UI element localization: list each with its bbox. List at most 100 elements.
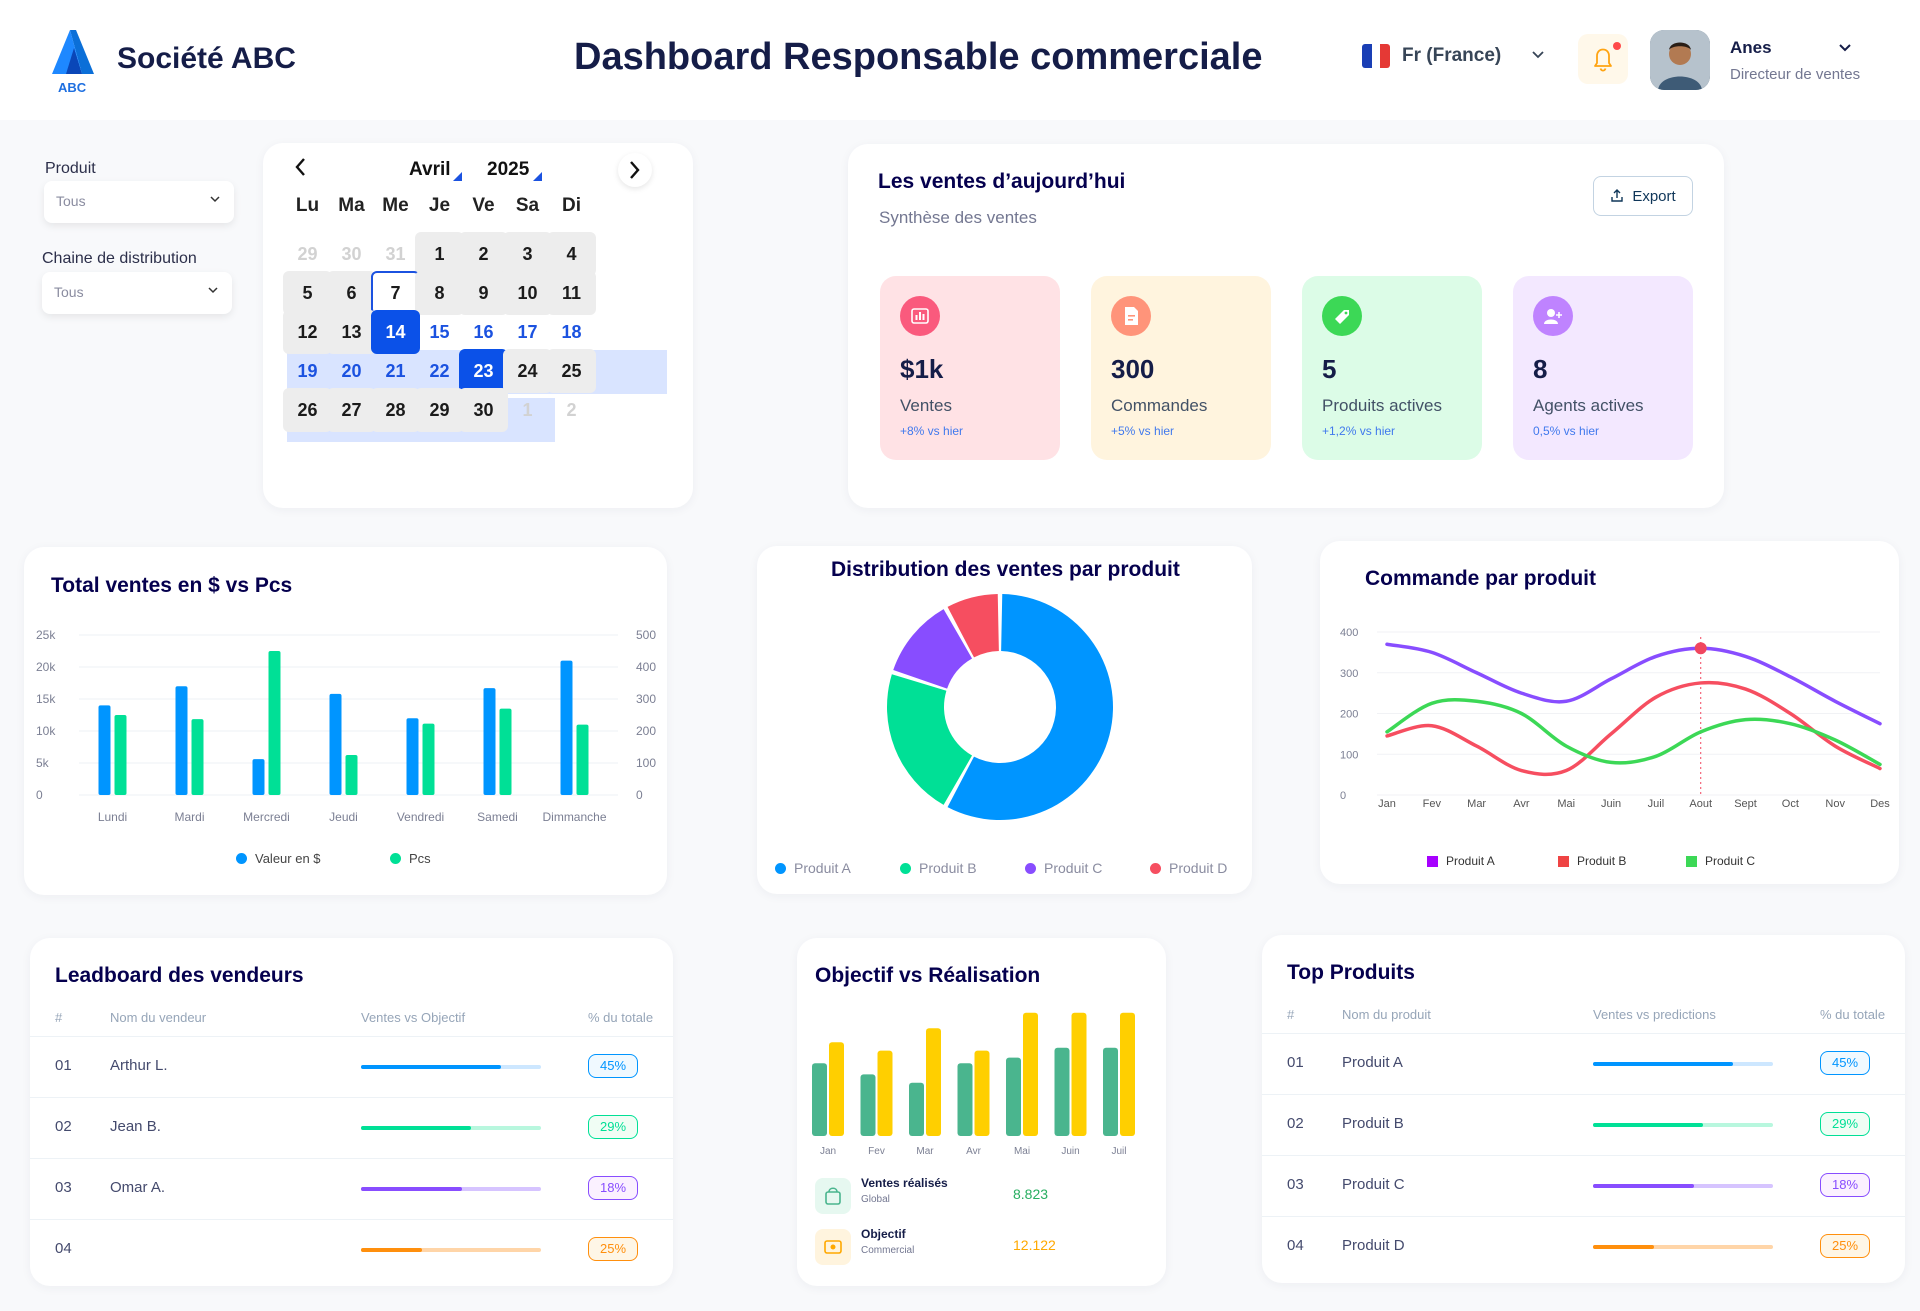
table-row[interactable]: 03 Produit C 18% [1262,1155,1905,1215]
table-row[interactable]: 02 Produit B 29% [1262,1094,1905,1154]
kpi-card[interactable]: 8 Agents actives 0,5% vs hier [1513,276,1693,460]
calendar-day[interactable]: 26 [283,388,332,432]
calendar-day[interactable]: 8 [415,271,464,315]
bar-objectif[interactable] [974,1050,990,1136]
calendar-day[interactable]: 2 [547,388,596,432]
product-filter-select[interactable]: Tous [44,181,234,223]
bar-pcs[interactable] [191,719,204,795]
calendar-day[interactable]: 19 [283,349,332,393]
table-row[interactable]: 02 Jean B. 29% [30,1097,673,1157]
bar-pcs[interactable] [499,708,512,795]
calendar-day[interactable]: 6 [327,271,376,315]
legend-item[interactable]: Produit B [900,860,977,876]
x-tick-label: Mai [1557,798,1575,810]
bar-objectif[interactable] [1120,1012,1135,1136]
kpi-card[interactable]: 300 Commandes +5% vs hier [1091,276,1271,460]
calendar-day[interactable]: 28 [371,388,420,432]
calendar-day[interactable]: 24 [503,349,552,393]
user-name[interactable]: Anes [1730,38,1772,58]
calendar-day[interactable]: 30 [327,232,376,276]
bar-valeur[interactable] [98,705,111,795]
bar-objectif[interactable] [926,1028,941,1136]
calendar-day[interactable]: 15 [415,310,464,354]
table-row[interactable]: 03 Omar A. 18% [30,1158,673,1218]
calendar-day[interactable]: 23 [459,349,508,393]
legend-item[interactable]: Produit D [1150,860,1227,876]
line-series[interactable] [1385,642,1882,726]
bar-objectif[interactable] [877,1050,893,1136]
channel-filter-select[interactable]: Tous [42,272,232,314]
bar-valeur[interactable] [406,718,419,795]
avatar[interactable] [1650,30,1710,90]
bar-objectif[interactable] [829,1042,844,1136]
export-button[interactable]: Export [1593,176,1693,216]
table-row[interactable]: 01 Arthur L. 45% [30,1036,673,1096]
calendar-day[interactable]: 25 [547,349,596,393]
kpi-card[interactable]: $1k Ventes +8% vs hier [880,276,1060,460]
user-menu-chevron-icon[interactable] [1838,40,1852,58]
bar-valeur[interactable] [483,688,496,795]
calendar-day[interactable]: 4 [547,232,596,276]
table-row[interactable]: 04 Produit D 25% [1262,1216,1905,1276]
bar-pcs[interactable] [114,715,127,795]
bar-valeur[interactable] [175,686,188,795]
bar-objectif[interactable] [1071,1012,1087,1136]
calendar-day[interactable]: 9 [459,271,508,315]
year-select[interactable]: 2025 [487,159,542,181]
legend-item[interactable]: Produit C [1025,860,1102,876]
brand-logo[interactable]: ABC [48,28,100,96]
calendar-day[interactable]: 3 [503,232,552,276]
legend-item[interactable]: Produit A [775,860,851,876]
bar-pcs[interactable] [422,723,435,795]
calendar-day[interactable]: 1 [503,388,552,432]
bar-realise[interactable] [1054,1047,1070,1136]
calendar-day[interactable]: 10 [503,271,552,315]
bar-valeur[interactable] [252,759,265,795]
table-row[interactable]: 01 Produit A 45% [1262,1033,1905,1093]
legend-item[interactable]: Produit B [1558,854,1626,868]
calendar-day[interactable]: 22 [415,349,464,393]
legend-item[interactable]: Produit A [1427,854,1495,868]
bar-pcs[interactable] [576,724,589,795]
bar-realise[interactable] [1006,1057,1021,1136]
calendar-day[interactable]: 30 [459,388,508,432]
calendar-day[interactable]: 21 [371,349,420,393]
bar-objectif[interactable] [1023,1012,1038,1136]
legend-valeur[interactable]: Valeur en $ [236,851,321,866]
calendar-day[interactable]: 29 [415,388,464,432]
calendar-day[interactable]: 14 [371,310,420,354]
calendar-day[interactable]: 31 [371,232,420,276]
bar-realise[interactable] [860,1074,876,1136]
table-row[interactable]: 04 25% [30,1219,673,1279]
calendar-day[interactable]: 27 [327,388,376,432]
bar-valeur[interactable] [560,660,573,795]
bar-pcs[interactable] [345,755,358,795]
next-month-button[interactable] [618,153,652,187]
month-select[interactable]: Avril [409,159,462,181]
bar-pcs[interactable] [268,651,281,795]
bar-realise[interactable] [1103,1047,1118,1136]
calendar-day[interactable]: 7 [371,271,420,315]
bar-realise[interactable] [957,1063,973,1136]
legend-item[interactable]: Produit C [1686,854,1755,868]
calendar-day[interactable]: 2 [459,232,508,276]
calendar-day[interactable]: 1 [415,232,464,276]
calendar-day[interactable]: 13 [327,310,376,354]
legend-pcs[interactable]: Pcs [390,851,431,866]
calendar-day[interactable]: 18 [547,310,596,354]
prev-month-button[interactable] [289,155,313,179]
bar-realise[interactable] [909,1082,924,1136]
calendar-day[interactable]: 12 [283,310,332,354]
calendar-day[interactable]: 29 [283,232,332,276]
calendar-day[interactable]: 11 [547,271,596,315]
bar-valeur[interactable] [329,693,342,795]
notifications-button[interactable] [1578,34,1628,84]
calendar-day[interactable]: 16 [459,310,508,354]
calendar-day[interactable]: 20 [327,349,376,393]
calendar-day[interactable]: 5 [283,271,332,315]
language-selector[interactable]: Fr (France) [1362,44,1545,68]
kpi-card[interactable]: 5 Produits actives +1,2% vs hier [1302,276,1482,460]
bar-realise[interactable] [812,1063,827,1136]
calendar-day[interactable]: 17 [503,310,552,354]
highlight-point[interactable] [1694,642,1707,655]
